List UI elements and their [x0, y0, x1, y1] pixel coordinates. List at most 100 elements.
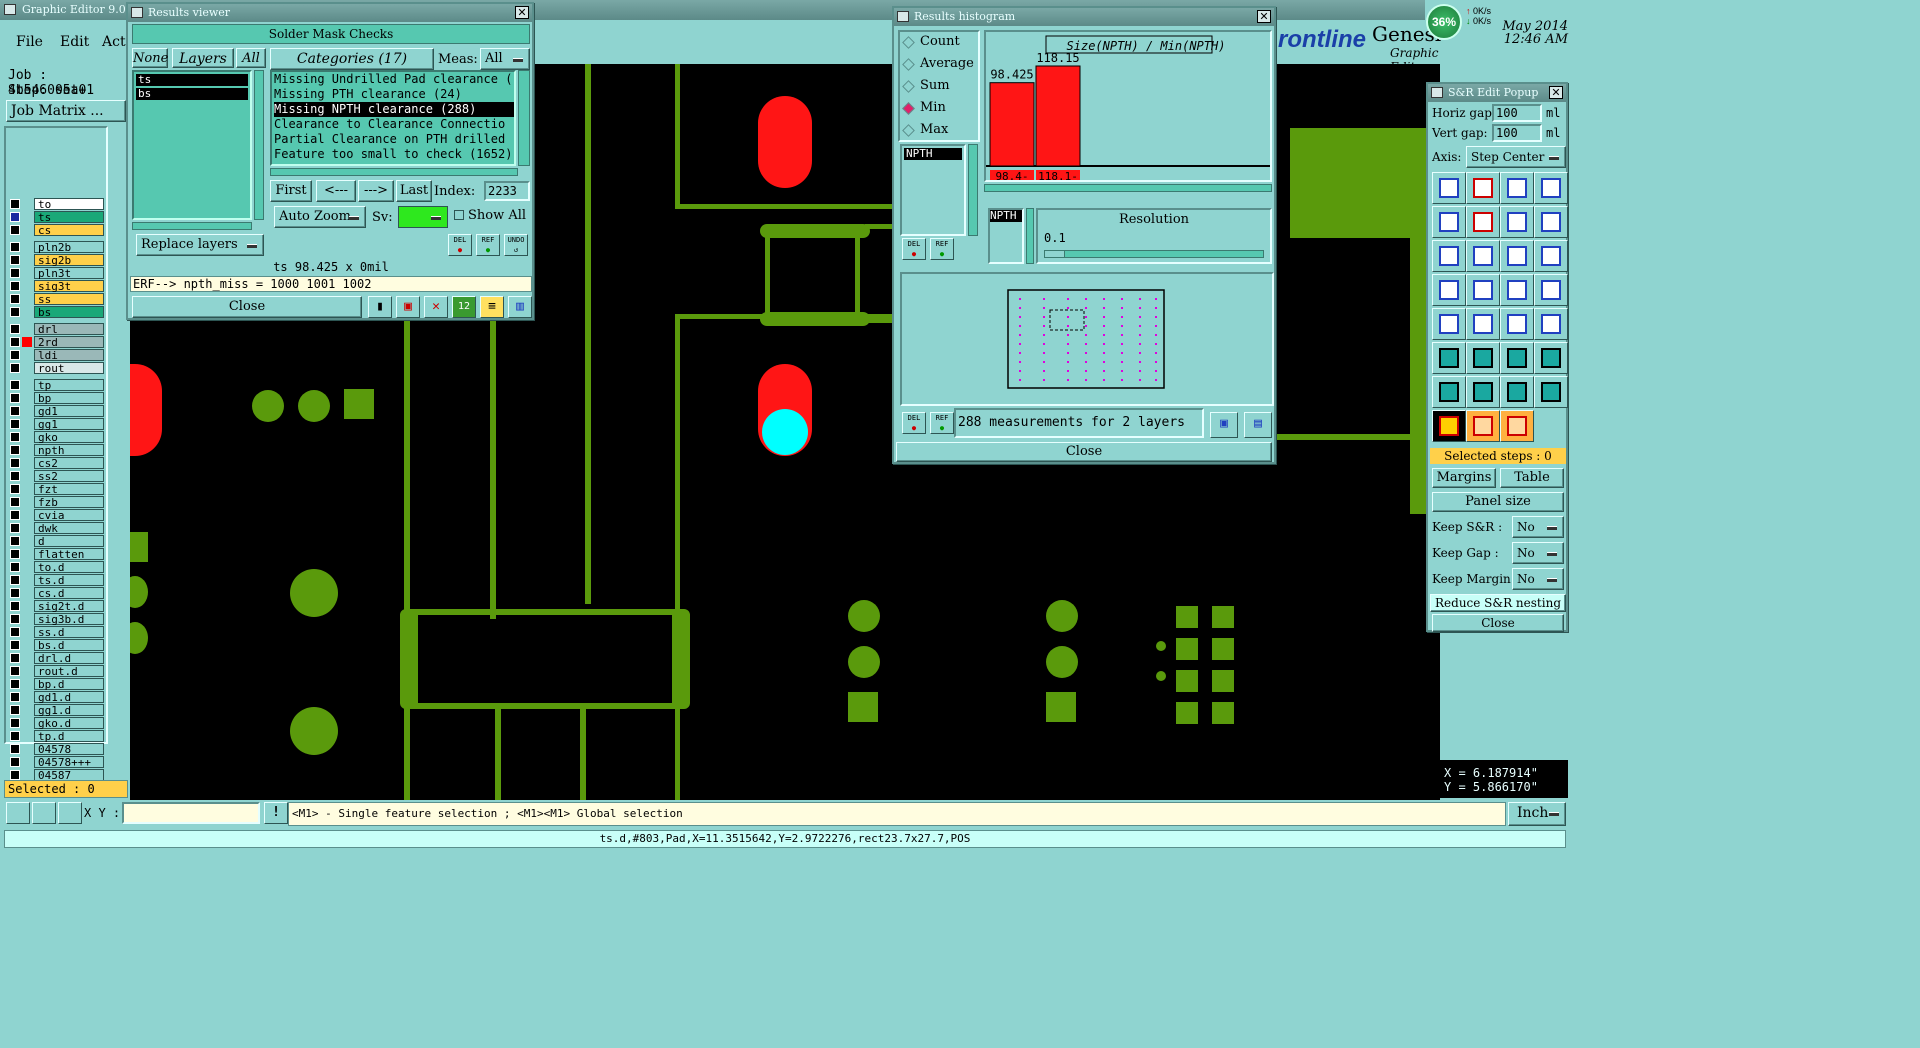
align-right-icon[interactable]	[1534, 274, 1568, 306]
job-matrix-button[interactable]: Job Matrix ...	[6, 100, 126, 122]
delete-step-icon[interactable]	[1534, 206, 1568, 238]
layer-row-ts[interactable]: ts	[8, 211, 104, 224]
keep-margin-select[interactable]: No	[1512, 568, 1564, 590]
layer-row-cvia[interactable]: cvia	[8, 509, 104, 522]
delete-results-icon[interactable]: ✕	[424, 296, 448, 318]
layer-color-swatch[interactable]	[22, 757, 32, 767]
layer-checkbox[interactable]	[10, 705, 20, 715]
category-hscroll[interactable]	[270, 168, 518, 176]
layer-row-ts-d[interactable]: ts.d	[8, 574, 104, 587]
layer-row-d[interactable]: d	[8, 535, 104, 548]
arrow-down-icon[interactable]	[1534, 342, 1568, 374]
sr-popup-titlebar[interactable]: S&R Edit Popup ✕	[1428, 84, 1566, 102]
layer-color-swatch[interactable]	[22, 614, 32, 624]
numbering-icon[interactable]: 12	[452, 296, 476, 318]
layer-row-cs2[interactable]: cs2	[8, 457, 104, 470]
layer-color-swatch[interactable]	[22, 744, 32, 754]
layer-checkbox[interactable]	[10, 601, 20, 611]
layer-checkbox[interactable]	[10, 614, 20, 624]
category-scrollbar[interactable]	[518, 70, 530, 166]
layer-row-sig2b[interactable]: sig2b	[8, 254, 104, 267]
sv-color-select[interactable]	[398, 206, 448, 228]
histogram-hscroll[interactable]	[984, 184, 1272, 192]
category-item[interactable]: Missing PTH clearance (24)	[274, 87, 514, 102]
layer-checkbox[interactable]	[10, 627, 20, 637]
board-preview[interactable]	[902, 274, 1272, 404]
resolution-slider[interactable]	[1044, 250, 1264, 258]
del-button[interactable]: DEL ●	[448, 234, 472, 256]
layer-checkbox[interactable]	[10, 562, 20, 572]
layer-row-flatten[interactable]: flatten	[8, 548, 104, 561]
select-icon[interactable]	[1432, 410, 1466, 442]
layer-color-swatch[interactable]	[22, 242, 32, 252]
layer-checkbox[interactable]	[10, 588, 20, 598]
radio-diamond-icon[interactable]	[902, 102, 915, 115]
layer-checkbox[interactable]	[10, 692, 20, 702]
layer-color-swatch[interactable]	[22, 679, 32, 689]
layer-checkbox[interactable]	[10, 458, 20, 468]
layer-checkbox[interactable]	[10, 757, 20, 767]
mirror-icon[interactable]	[1466, 240, 1500, 272]
ref-button[interactable]: REF ●	[476, 234, 500, 256]
layer-checkbox[interactable]	[10, 731, 20, 741]
layer-checkbox[interactable]	[10, 393, 20, 403]
category-item-selected[interactable]: Missing NPTH clearance (288)	[274, 102, 514, 117]
histogram-bar[interactable]	[1035, 65, 1081, 167]
layer-row-npth[interactable]: npth	[8, 444, 104, 457]
resolution-slider-thumb[interactable]	[1045, 251, 1065, 257]
table-button[interactable]: Table	[1500, 468, 1564, 488]
layer-color-swatch[interactable]	[22, 458, 32, 468]
array-red-icon[interactable]	[1466, 172, 1500, 204]
show-all-checkbox[interactable]	[454, 210, 464, 220]
layer-checkbox[interactable]	[10, 199, 20, 209]
layer-color-swatch[interactable]	[22, 601, 32, 611]
array-step-icon[interactable]	[1500, 172, 1534, 204]
layer-checkbox[interactable]	[10, 666, 20, 676]
arrow-right-icon[interactable]	[1466, 342, 1500, 374]
layer-row-gd1-d[interactable]: gd1.d	[8, 691, 104, 704]
histogram-bar[interactable]	[989, 82, 1035, 167]
layer-row-drl-d[interactable]: drl.d	[8, 652, 104, 665]
layer-row-gko-d[interactable]: gko.d	[8, 717, 104, 730]
expand-h-icon[interactable]	[1432, 376, 1466, 408]
menu-file[interactable]: File	[16, 34, 43, 50]
radio-diamond-icon[interactable]	[902, 124, 915, 137]
keep-gap-select[interactable]: No	[1512, 542, 1564, 564]
layer-row-cs[interactable]: cs	[8, 224, 104, 237]
close-icon[interactable]: ✕	[1549, 86, 1563, 99]
layer-row-fzb[interactable]: fzb	[8, 496, 104, 509]
grid-tool-icon[interactable]	[58, 802, 82, 824]
arrow-left-icon[interactable]	[1432, 342, 1466, 374]
array-icon[interactable]	[1432, 172, 1466, 204]
layer-checkbox[interactable]	[10, 350, 20, 360]
layer-color-swatch[interactable]	[22, 406, 32, 416]
result-layer-ts[interactable]: ts	[136, 74, 248, 86]
layer-color-swatch[interactable]	[22, 212, 32, 222]
layer-color-swatch[interactable]	[22, 294, 32, 304]
merge-icon[interactable]	[1500, 240, 1534, 272]
category-list[interactable]: Missing Undrilled Pad clearance ( Missin…	[270, 70, 516, 166]
layer-row-tp-d[interactable]: tp.d	[8, 730, 104, 743]
layer-row-bp[interactable]: bp	[8, 392, 104, 405]
move-red-icon[interactable]	[1466, 206, 1500, 238]
layer-row-gko[interactable]: gko	[8, 431, 104, 444]
mode-radio-max[interactable]: Max	[902, 122, 982, 140]
layer-color-swatch[interactable]	[22, 536, 32, 546]
margins-button[interactable]: Margins	[1432, 468, 1496, 488]
stack-icon[interactable]	[1534, 308, 1568, 340]
mode-radio-min[interactable]: Min	[902, 100, 982, 118]
layer-checkbox[interactable]	[10, 510, 20, 520]
layer-checkbox[interactable]	[10, 523, 20, 533]
layer-checkbox[interactable]	[10, 640, 20, 650]
layer-row-bs[interactable]: bs	[8, 306, 104, 319]
align-center-icon[interactable]	[1466, 274, 1500, 306]
layer-color-swatch[interactable]	[22, 549, 32, 559]
results-viewer-titlebar[interactable]: Results viewer ✕	[128, 4, 532, 22]
layer-row-gg1-d[interactable]: gg1.d	[8, 704, 104, 717]
none-button[interactable]: None	[132, 48, 168, 68]
notes-icon[interactable]: ≡	[480, 296, 504, 318]
menu-edit[interactable]: Edit	[60, 34, 89, 50]
layer-checkbox[interactable]	[10, 268, 20, 278]
histogram-npth-selected[interactable]: NPTH	[990, 210, 1022, 222]
layer-color-swatch[interactable]	[22, 653, 32, 663]
